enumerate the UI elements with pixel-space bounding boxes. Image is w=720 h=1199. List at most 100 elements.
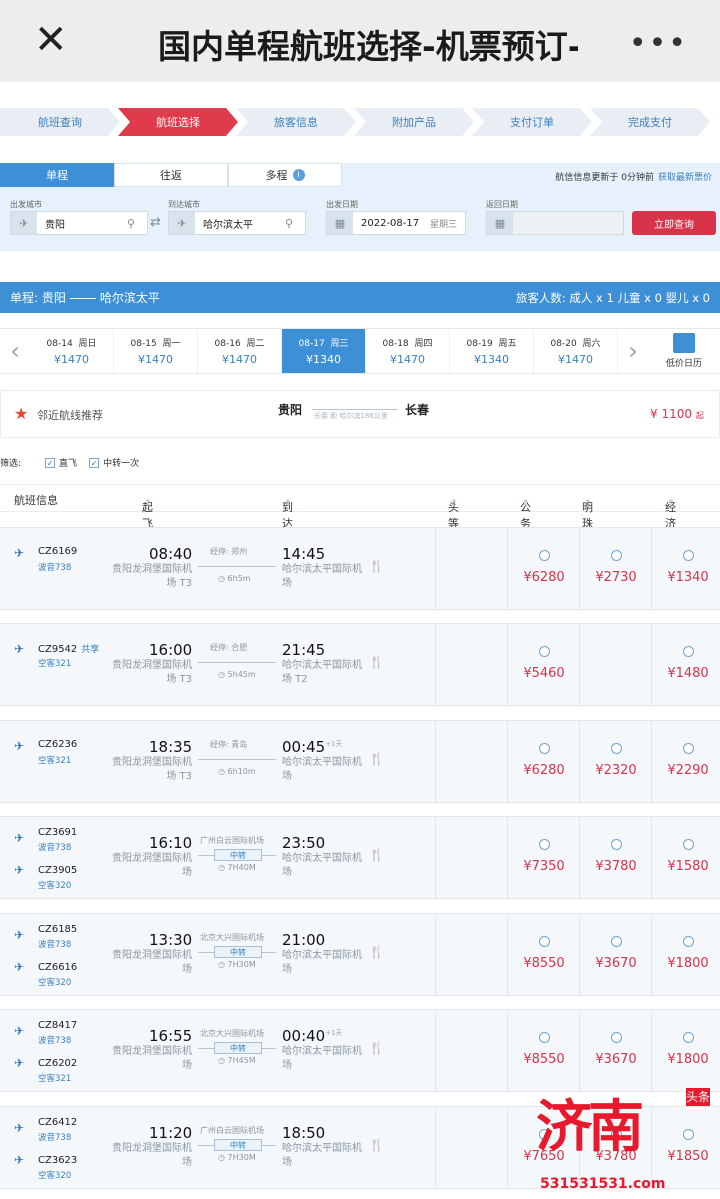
fare-radio[interactable] <box>611 550 622 561</box>
flight-code[interactable]: CZ6185 <box>38 924 77 935</box>
flight-code[interactable]: CZ6236 <box>38 739 77 750</box>
fare-economy[interactable]: ¥1580 <box>651 817 720 900</box>
date-cell[interactable]: 08-18 周四 ¥1470 <box>366 329 450 373</box>
location-pin-icon[interactable]: ⚲ <box>285 217 299 230</box>
flight-code[interactable]: CZ9542 共享 <box>38 642 99 655</box>
aircraft-type[interactable]: 空客320 <box>38 976 71 988</box>
fare-radio[interactable] <box>683 550 694 561</box>
next-date-icon[interactable]: › <box>618 329 648 373</box>
refresh-price-link[interactable]: 获取最新票价 <box>658 173 712 183</box>
aircraft-type[interactable]: 波音738 <box>38 1131 71 1143</box>
aircraft-type[interactable]: 空客320 <box>38 1169 71 1181</box>
fare-economy[interactable]: ¥1480 <box>651 624 720 707</box>
more-icon[interactable]: ••• <box>629 26 688 61</box>
flight-code[interactable]: CZ8417 <box>38 1020 77 1031</box>
fare-business[interactable]: ¥5460 <box>507 624 579 707</box>
aircraft-type[interactable]: 空客321 <box>38 754 71 766</box>
flight-code[interactable]: CZ6169 <box>38 546 77 557</box>
aircraft-type[interactable]: 空客321 <box>38 657 71 669</box>
flight-code[interactable]: CZ3623 <box>38 1155 77 1166</box>
fare-radio[interactable] <box>611 839 622 850</box>
aircraft-type[interactable]: 波音738 <box>38 841 71 853</box>
fare-radio[interactable] <box>539 936 550 947</box>
tab-oneway[interactable]: 单程 <box>0 163 114 187</box>
fare-radio[interactable] <box>539 646 550 657</box>
aircraft-type[interactable]: 波音738 <box>38 1034 71 1046</box>
fare-premium[interactable]: ¥3670 <box>579 914 651 997</box>
route-prefix: 单程: <box>10 291 39 305</box>
fare-business[interactable]: ¥7350 <box>507 817 579 900</box>
date-cell[interactable]: 08-14 周日 ¥1470 <box>30 329 114 373</box>
to-field[interactable]: ✈ 哈尔滨太平 ⚲ <box>168 211 306 235</box>
arr-airport: 哈尔滨太平国际机场 <box>282 1143 362 1168</box>
low-price-calendar[interactable]: 低价日历 <box>648 329 720 373</box>
fare-business[interactable]: ¥6280 <box>507 528 579 611</box>
fare-economy[interactable]: ¥2290 <box>651 721 720 804</box>
fare-economy[interactable]: ¥1800 <box>651 914 720 997</box>
checkbox-icon[interactable]: ✓ <box>45 457 56 468</box>
filter-direct[interactable]: ✓ 直飞 <box>45 456 77 469</box>
flight-code[interactable]: CZ6412 <box>38 1117 77 1128</box>
aircraft-type[interactable]: 波音738 <box>38 561 71 573</box>
query-button[interactable]: 立即查询 <box>632 211 716 235</box>
filter-transfer[interactable]: ✓ 中转一次 <box>89 456 139 469</box>
date-cell[interactable]: 08-20 周六 ¥1470 <box>534 329 618 373</box>
fare-radio[interactable] <box>683 1032 694 1043</box>
flight-code[interactable]: CZ6202 <box>38 1058 77 1069</box>
date-day: 08-18 周四 <box>382 339 433 349</box>
fare-radio[interactable] <box>683 743 694 754</box>
flight-code[interactable]: CZ6616 <box>38 962 77 973</box>
fare-radio[interactable] <box>611 1032 622 1043</box>
tab-multi[interactable]: 多程 i <box>228 163 342 187</box>
prev-date-icon[interactable]: ‹ <box>0 329 30 373</box>
fare-radio[interactable] <box>539 839 550 850</box>
tab-roundtrip[interactable]: 往返 <box>114 163 228 187</box>
fare-radio[interactable] <box>539 743 550 754</box>
flight-row[interactable]: ✈ CZ6169 波音738 08:40 贵阳龙洞堡国际机场 T3 经停: 郑州 ◷ 6h5… <box>0 527 720 611</box>
fare-premium[interactable]: ¥2320 <box>579 721 651 804</box>
aircraft-type[interactable]: 波音738 <box>38 938 71 950</box>
fare-radio[interactable] <box>683 646 694 657</box>
date-cell[interactable]: 08-16 周二 ¥1470 <box>198 329 282 373</box>
flight-row[interactable]: ✈ CZ6185 波音738 ✈ CZ6616 空客320 13:30 贵阳龙洞堡国际机场 北京… <box>0 913 720 997</box>
fare-premium[interactable]: ¥2730 <box>579 528 651 611</box>
route-line <box>198 759 276 760</box>
stop-info: 经停: 郑州 <box>210 547 248 556</box>
close-icon[interactable]: ✕ <box>34 20 68 60</box>
flight-code[interactable]: CZ3905 <box>38 865 77 876</box>
stop-info: 经停: 青岛 <box>210 740 248 749</box>
fare-economy[interactable]: ¥1340 <box>651 528 720 611</box>
location-pin-icon[interactable]: ⚲ <box>127 217 141 230</box>
nearby-to: 长春 <box>405 403 430 417</box>
swap-icon[interactable]: ⇄ <box>150 215 161 230</box>
checkbox-icon[interactable]: ✓ <box>89 457 100 468</box>
flight-code[interactable]: CZ3691 <box>38 827 77 838</box>
date-cell[interactable]: 08-19 周五 ¥1340 <box>450 329 534 373</box>
aircraft-type[interactable]: 空客321 <box>38 1072 71 1084</box>
fare-radio[interactable] <box>611 936 622 947</box>
fare-price: ¥1340 <box>667 570 709 585</box>
flight-row[interactable]: ✈ CZ3691 波音738 ✈ CZ3905 空客320 16:10 贵阳龙洞堡国际机场 广州… <box>0 816 720 900</box>
fare-radio[interactable] <box>683 936 694 947</box>
fare-business[interactable]: ¥8550 <box>507 914 579 997</box>
from-field[interactable]: ✈ 贵阳 ⚲ <box>10 211 148 235</box>
fare-price: ¥8550 <box>523 956 565 971</box>
date-cell-selected[interactable]: 08-17 周三 ¥1340 <box>282 329 366 373</box>
date-cell[interactable]: 08-15 周一 ¥1470 <box>114 329 198 373</box>
fare-radio[interactable] <box>611 743 622 754</box>
flight-row[interactable]: ✈ CZ6236 空客321 18:35 贵阳龙洞堡国际机场 T3 经停: 青岛 ◷ 6h1… <box>0 720 720 804</box>
fare-business[interactable]: ¥6280 <box>507 721 579 804</box>
step-select-flight: 航班选择 <box>118 108 238 136</box>
fare-premium[interactable]: ¥3780 <box>579 817 651 900</box>
flight-row[interactable]: ✈ CZ9542 共享 空客321 16:00 贵阳龙洞堡国际机场 T3 经停: 合肥 ◷ 5… <box>0 623 720 707</box>
aircraft-type[interactable]: 空客320 <box>38 879 71 891</box>
date-field[interactable]: ▦ 2022-08-17 星期三 <box>326 211 466 235</box>
fare-radio[interactable] <box>683 839 694 850</box>
fare-radio[interactable] <box>539 1032 550 1043</box>
nearby-route[interactable]: ★ 邻近航线推荐 贵阳 长春 距 哈尔滨186公里 长春 ¥ 1100 起 <box>0 390 720 438</box>
info-icon[interactable]: i <box>292 169 305 181</box>
fare-radio[interactable] <box>539 550 550 561</box>
route-summary: 单程: 贵阳 哈尔滨太平 <box>10 289 160 306</box>
watermark-logo: 济南 头条 531531531.com <box>530 1080 720 1199</box>
calendar-icon <box>673 333 695 353</box>
